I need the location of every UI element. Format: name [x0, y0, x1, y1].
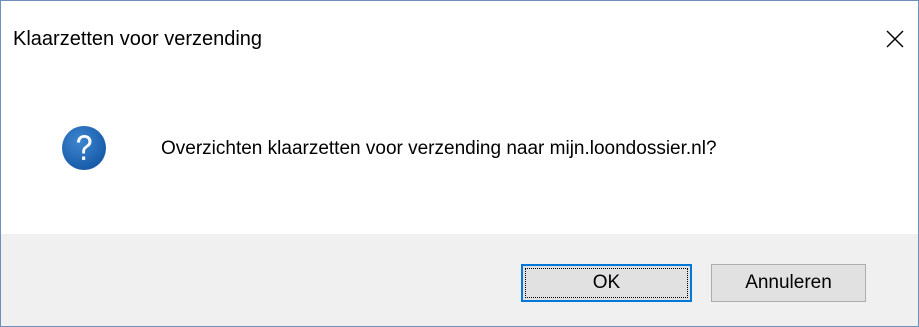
close-icon: [886, 30, 904, 48]
message-dialog: Klaarzetten voor verzending Overzichten …: [0, 0, 919, 327]
title-bar: Klaarzetten voor verzending: [1, 1, 918, 69]
button-bar: OK Annuleren: [1, 234, 918, 326]
dialog-content: Overzichten klaarzetten voor verzending …: [1, 69, 918, 234]
cancel-button-label: Annuleren: [745, 272, 832, 293]
question-icon: [62, 126, 106, 170]
window-title: Klaarzetten voor verzending: [13, 28, 263, 50]
ok-button[interactable]: OK: [521, 264, 692, 302]
cancel-button[interactable]: Annuleren: [711, 264, 866, 302]
close-button[interactable]: [872, 19, 918, 59]
dialog-message: Overzichten klaarzetten voor verzending …: [161, 138, 717, 159]
ok-button-label: OK: [592, 272, 621, 293]
